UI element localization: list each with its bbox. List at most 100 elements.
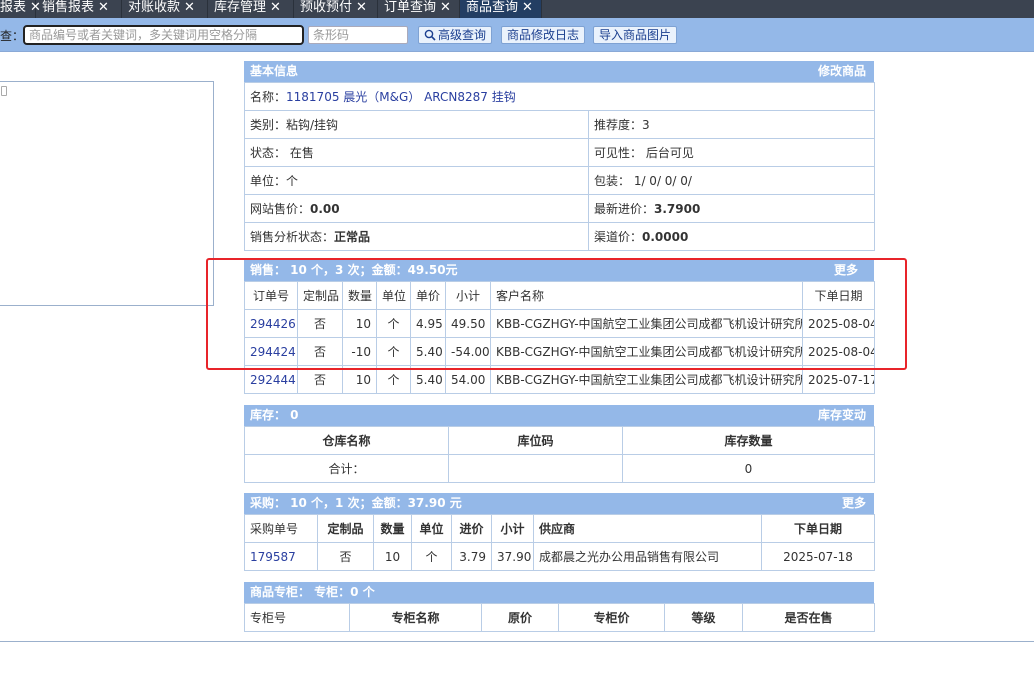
web-price-label: 网站售价： [250, 202, 311, 216]
table-header-row: 订单号 定制品 数量 单位 单价 小计 客户名称 下单日期 [244, 281, 875, 310]
supplier-cell: 成都晨之光办公用品销售有限公司 [533, 542, 762, 571]
product-name-link[interactable]: 1181705 晨光（M&G） ARCN8287 挂钩 [286, 90, 516, 104]
package-cell: 包装： 1/ 0/ 0/ 0/ [587, 166, 876, 195]
tab-reports[interactable]: 报表 ✕ [0, 0, 41, 18]
tab-label: 报表 [0, 0, 27, 15]
channel-price-label: 渠道价： [594, 230, 643, 244]
stock-table: 仓库名称 库位码 库存数量 合计： 0 [244, 426, 875, 483]
table-row: 类别：粘钩/挂钩 推荐度：3 [244, 110, 876, 139]
qty-cell: 10 [342, 365, 377, 394]
edit-log-button[interactable]: 商品修改日志 [501, 26, 586, 44]
column-header: 定制品 [297, 281, 343, 310]
column-header: 数量 [373, 514, 412, 543]
close-icon[interactable]: ✕ [522, 0, 533, 16]
tab-sales-report[interactable]: 销售报表 ✕ [36, 0, 122, 18]
purchase-order-link[interactable]: 179587 [250, 550, 296, 564]
web-price-cell: 网站售价：0.00 [244, 194, 589, 223]
category-cell: 类别：粘钩/挂钩 [244, 110, 589, 139]
analysis-value: 正常品 [334, 230, 371, 244]
unit-cell: 个 [376, 309, 411, 338]
purchase-more-link[interactable]: 更多 [842, 493, 866, 514]
column-header: 定制品 [317, 514, 374, 543]
image-placeholder-icon [1, 86, 7, 96]
basic-info-header: 基本信息 修改商品 [244, 61, 874, 82]
customer-cell: KBB-CGZHGY-中国航空工业集团公司成都飞机设计研究所 [490, 309, 803, 338]
unit-cell: 个 [376, 337, 411, 366]
column-header: 供应商 [533, 514, 762, 543]
column-header: 等级 [664, 603, 743, 632]
unit-cell: 单位：个 [244, 166, 589, 195]
edit-product-link[interactable]: 修改商品 [818, 61, 866, 82]
tab-prepayments[interactable]: 预收预付 ✕ [294, 0, 378, 18]
column-header: 客户名称 [490, 281, 803, 310]
sales-header: 销售： 10 个，3 次；金额：49.50元 更多 [244, 260, 874, 281]
order-link[interactable]: 294424 [250, 345, 296, 359]
sales-panel: 销售： 10 个，3 次；金额：49.50元 更多 订单号 定制品 数量 单位 … [244, 260, 875, 394]
counter-table: 专柜号 专柜名称 原价 专柜价 等级 是否在售 [244, 603, 875, 632]
sales-table: 订单号 定制品 数量 单位 单价 小计 客户名称 下单日期 294426 否 1… [244, 281, 875, 394]
price-cell: 5.40 [410, 337, 446, 366]
price-cell: 4.95 [410, 309, 446, 338]
customer-cell: KBB-CGZHGY-中国航空工业集团公司成都飞机设计研究所 [490, 365, 803, 394]
column-header: 专柜号 [244, 603, 350, 632]
basic-info-table: 名称：1181705 晨光（M&G） ARCN8287 挂钩 类别：粘钩/挂钩 … [243, 82, 876, 251]
date-cell: 2025-07-18 [761, 542, 875, 571]
table-row: 292444 否 10 个 5.40 54.00 KBB-CGZHGY-中国航空… [244, 365, 875, 394]
basic-info-panel: 基本信息 修改商品 名称：1181705 晨光（M&G） ARCN8287 挂钩… [243, 61, 876, 251]
tab-inventory[interactable]: 库存管理 ✕ [208, 0, 294, 18]
order-link[interactable]: 294426 [250, 317, 296, 331]
tab-product-query[interactable]: 商品查询 ✕ [460, 0, 542, 18]
tab-label: 库存管理 [214, 0, 267, 15]
web-price-value: 0.00 [310, 202, 340, 216]
order-link[interactable]: 292444 [250, 373, 296, 387]
tab-reconciliation[interactable]: 对账收款 ✕ [122, 0, 208, 18]
column-header: 下单日期 [761, 514, 875, 543]
unit-cell: 个 [376, 365, 411, 394]
counter-header: 商品专柜： 专柜：0 个 [244, 582, 874, 603]
column-header: 数量 [342, 281, 377, 310]
close-icon[interactable]: ✕ [184, 0, 195, 16]
status-cell: 状态： 在售 [244, 138, 589, 167]
table-row: 名称：1181705 晨光（M&G） ARCN8287 挂钩 [243, 82, 876, 111]
search-input[interactable] [23, 25, 304, 45]
barcode-input[interactable] [308, 26, 408, 44]
stock-panel: 库存： 0 库存变动 仓库名称 库位码 库存数量 合计： 0 [244, 405, 875, 483]
tab-label: 对账收款 [128, 0, 181, 15]
unit-cell: 个 [411, 542, 452, 571]
close-icon[interactable]: ✕ [98, 0, 109, 16]
footer-divider [0, 641, 1034, 642]
column-header: 专柜价 [558, 603, 665, 632]
subtotal-cell: 49.50 [445, 309, 491, 338]
column-header: 库位码 [448, 426, 623, 455]
tab-label: 商品查询 [466, 0, 519, 15]
custom-cell: 否 [297, 309, 343, 338]
visibility-cell: 可见性： 后台可见 [587, 138, 876, 167]
analysis-label: 销售分析状态： [250, 230, 335, 244]
latest-cost-cell: 最新进价：3.7900 [587, 194, 876, 223]
close-icon[interactable]: ✕ [440, 0, 451, 16]
close-icon[interactable]: ✕ [356, 0, 367, 16]
tab-order-query[interactable]: 订单查询 ✕ [378, 0, 460, 18]
column-header: 专柜名称 [349, 603, 482, 632]
edit-log-label: 商品修改日志 [507, 28, 580, 42]
sales-title: 销售： 10 个，3 次；金额：49.50元 [250, 263, 458, 277]
purchase-title: 采购： 10 个，1 次；金额：37.90 元 [250, 496, 462, 510]
latest-cost-label: 最新进价： [594, 202, 655, 216]
close-icon[interactable]: ✕ [270, 0, 281, 16]
sales-more-link[interactable]: 更多 [834, 260, 858, 281]
subtotal-cell: 54.00 [445, 365, 491, 394]
qty-cell: 10 [342, 309, 377, 338]
advanced-search-button[interactable]: 高级查询 [418, 26, 493, 44]
purchase-table: 采购单号 定制品 数量 单位 进价 小计 供应商 下单日期 179587 否 1… [244, 514, 875, 571]
product-image-preview [0, 81, 214, 306]
table-row: 294424 否 -10 个 5.40 -54.00 KBB-CGZHGY-中国… [244, 337, 875, 366]
column-header: 采购单号 [244, 514, 318, 543]
search-icon [424, 29, 436, 41]
total-qty-cell: 0 [622, 454, 875, 483]
price-cell: 5.40 [410, 365, 446, 394]
date-cell: 2025-08-04 [802, 309, 875, 338]
stock-change-link[interactable]: 库存变动 [818, 405, 866, 426]
column-header: 仓库名称 [244, 426, 449, 455]
table-row: 销售分析状态：正常品 渠道价：0.0000 [244, 222, 876, 251]
import-images-button[interactable]: 导入商品图片 [593, 26, 678, 44]
